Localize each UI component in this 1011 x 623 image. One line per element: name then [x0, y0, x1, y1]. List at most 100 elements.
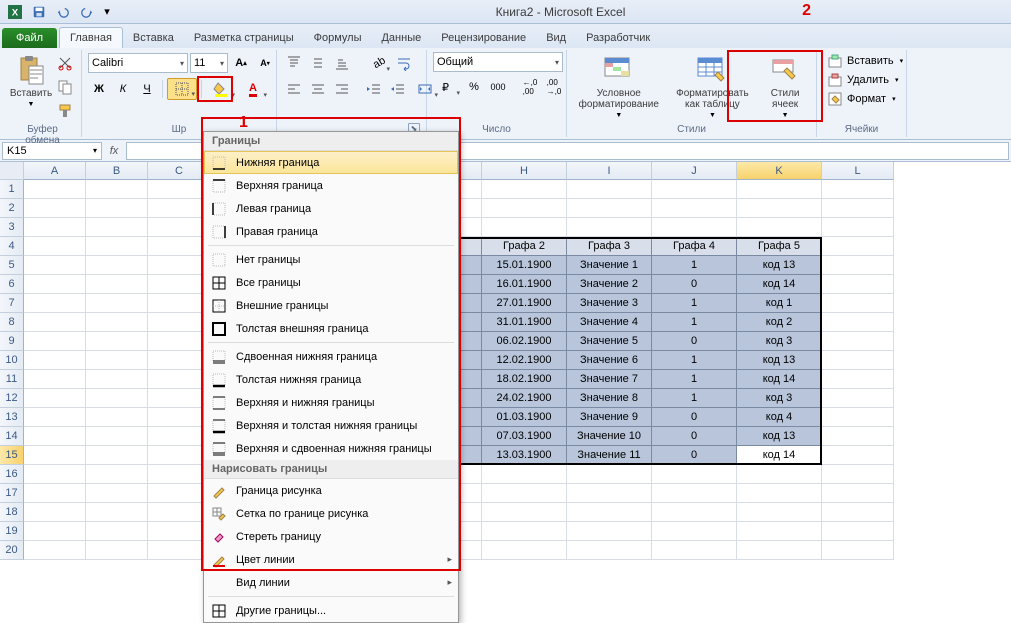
- col-header-H[interactable]: H: [482, 162, 567, 180]
- cell-B19[interactable]: [86, 522, 148, 541]
- cell-I3[interactable]: [567, 218, 652, 237]
- menu-line-color[interactable]: Цвет линии▸: [204, 548, 458, 571]
- cell-I8[interactable]: Значение 4: [567, 313, 652, 332]
- cell-C13[interactable]: [148, 408, 211, 427]
- format-as-table-button[interactable]: Форматировать как таблицу▼: [667, 52, 759, 121]
- cell-K13[interactable]: код 4: [737, 408, 822, 427]
- tab-insert[interactable]: Вставка: [123, 28, 184, 48]
- cell-I2[interactable]: [567, 199, 652, 218]
- cell-K6[interactable]: код 14: [737, 275, 822, 294]
- cell-K3[interactable]: [737, 218, 822, 237]
- insert-cells-button[interactable]: Вставить▾: [823, 52, 907, 70]
- cell-L6[interactable]: [822, 275, 894, 294]
- cell-C19[interactable]: [148, 522, 211, 541]
- menu-bottom-border[interactable]: Нижняя граница: [204, 151, 458, 174]
- tab-view[interactable]: Вид: [536, 28, 576, 48]
- cell-L14[interactable]: [822, 427, 894, 446]
- increase-decimal-icon[interactable]: ←,0,00: [519, 76, 541, 98]
- cell-J11[interactable]: 1: [652, 370, 737, 389]
- cell-L10[interactable]: [822, 351, 894, 370]
- cell-J10[interactable]: 1: [652, 351, 737, 370]
- cell-L17[interactable]: [822, 484, 894, 503]
- font-name-combo[interactable]: Calibri▾: [88, 53, 188, 73]
- row-header-7[interactable]: 7: [0, 294, 24, 313]
- cell-J16[interactable]: [652, 465, 737, 484]
- cell-J3[interactable]: [652, 218, 737, 237]
- cell-K1[interactable]: [737, 180, 822, 199]
- cell-C18[interactable]: [148, 503, 211, 522]
- cell-K19[interactable]: [737, 522, 822, 541]
- cell-A12[interactable]: [24, 389, 86, 408]
- increase-indent-icon[interactable]: [387, 78, 409, 100]
- bold-button[interactable]: Ж: [88, 78, 110, 100]
- cell-I4[interactable]: Графа 3: [567, 237, 652, 256]
- cell-B2[interactable]: [86, 199, 148, 218]
- cell-J1[interactable]: [652, 180, 737, 199]
- cell-L13[interactable]: [822, 408, 894, 427]
- row-header-15[interactable]: 15: [0, 446, 24, 465]
- row-header-2[interactable]: 2: [0, 199, 24, 218]
- cell-H11[interactable]: 18.02.1900: [482, 370, 567, 389]
- cell-J13[interactable]: 0: [652, 408, 737, 427]
- cell-B13[interactable]: [86, 408, 148, 427]
- cell-C12[interactable]: [148, 389, 211, 408]
- cell-I10[interactable]: Значение 6: [567, 351, 652, 370]
- cell-I11[interactable]: Значение 7: [567, 370, 652, 389]
- orientation-icon[interactable]: ab: [363, 52, 391, 74]
- cell-H4[interactable]: Графа 2: [482, 237, 567, 256]
- cell-C20[interactable]: [148, 541, 211, 560]
- undo-icon[interactable]: [52, 2, 74, 22]
- row-header-11[interactable]: 11: [0, 370, 24, 389]
- underline-button[interactable]: Ч: [136, 78, 158, 100]
- cell-H1[interactable]: [482, 180, 567, 199]
- cut-icon[interactable]: [54, 52, 76, 74]
- cell-C17[interactable]: [148, 484, 211, 503]
- cell-H14[interactable]: 07.03.1900: [482, 427, 567, 446]
- col-header-A[interactable]: A: [24, 162, 86, 180]
- cell-styles-button[interactable]: Стили ячеек▼: [760, 52, 810, 121]
- cell-L3[interactable]: [822, 218, 894, 237]
- cell-J2[interactable]: [652, 199, 737, 218]
- cell-H17[interactable]: [482, 484, 567, 503]
- col-header-C[interactable]: C: [148, 162, 211, 180]
- cell-L5[interactable]: [822, 256, 894, 275]
- menu-thick-bottom-border[interactable]: Толстая нижняя граница: [204, 368, 458, 391]
- italic-button[interactable]: К: [112, 78, 134, 100]
- tab-review[interactable]: Рецензирование: [431, 28, 536, 48]
- cell-K10[interactable]: код 13: [737, 351, 822, 370]
- cell-B10[interactable]: [86, 351, 148, 370]
- cell-A10[interactable]: [24, 351, 86, 370]
- cell-A6[interactable]: [24, 275, 86, 294]
- tab-data[interactable]: Данные: [371, 28, 431, 48]
- cell-A14[interactable]: [24, 427, 86, 446]
- menu-no-border[interactable]: Нет границы: [204, 248, 458, 271]
- cell-L2[interactable]: [822, 199, 894, 218]
- cell-B6[interactable]: [86, 275, 148, 294]
- row-header-5[interactable]: 5: [0, 256, 24, 275]
- cell-K8[interactable]: код 2: [737, 313, 822, 332]
- cell-J8[interactable]: 1: [652, 313, 737, 332]
- tab-layout[interactable]: Разметка страницы: [184, 28, 304, 48]
- cell-L12[interactable]: [822, 389, 894, 408]
- cell-L9[interactable]: [822, 332, 894, 351]
- comma-format-icon[interactable]: 000: [487, 76, 509, 98]
- fx-icon[interactable]: fx: [104, 145, 124, 157]
- decrease-indent-icon[interactable]: [363, 78, 385, 100]
- format-painter-icon[interactable]: [54, 100, 76, 122]
- cell-I18[interactable]: [567, 503, 652, 522]
- accounting-format-icon[interactable]: ₽: [433, 76, 461, 98]
- cell-H16[interactable]: [482, 465, 567, 484]
- cell-C2[interactable]: [148, 199, 211, 218]
- cell-I13[interactable]: Значение 9: [567, 408, 652, 427]
- cell-A2[interactable]: [24, 199, 86, 218]
- cell-B11[interactable]: [86, 370, 148, 389]
- cell-L4[interactable]: [822, 237, 894, 256]
- cell-I17[interactable]: [567, 484, 652, 503]
- cell-C9[interactable]: [148, 332, 211, 351]
- align-bottom-icon[interactable]: [331, 52, 353, 74]
- cell-A15[interactable]: [24, 446, 86, 465]
- cell-C5[interactable]: [148, 256, 211, 275]
- menu-outside-borders[interactable]: Внешние границы: [204, 294, 458, 317]
- cell-J18[interactable]: [652, 503, 737, 522]
- cell-I20[interactable]: [567, 541, 652, 560]
